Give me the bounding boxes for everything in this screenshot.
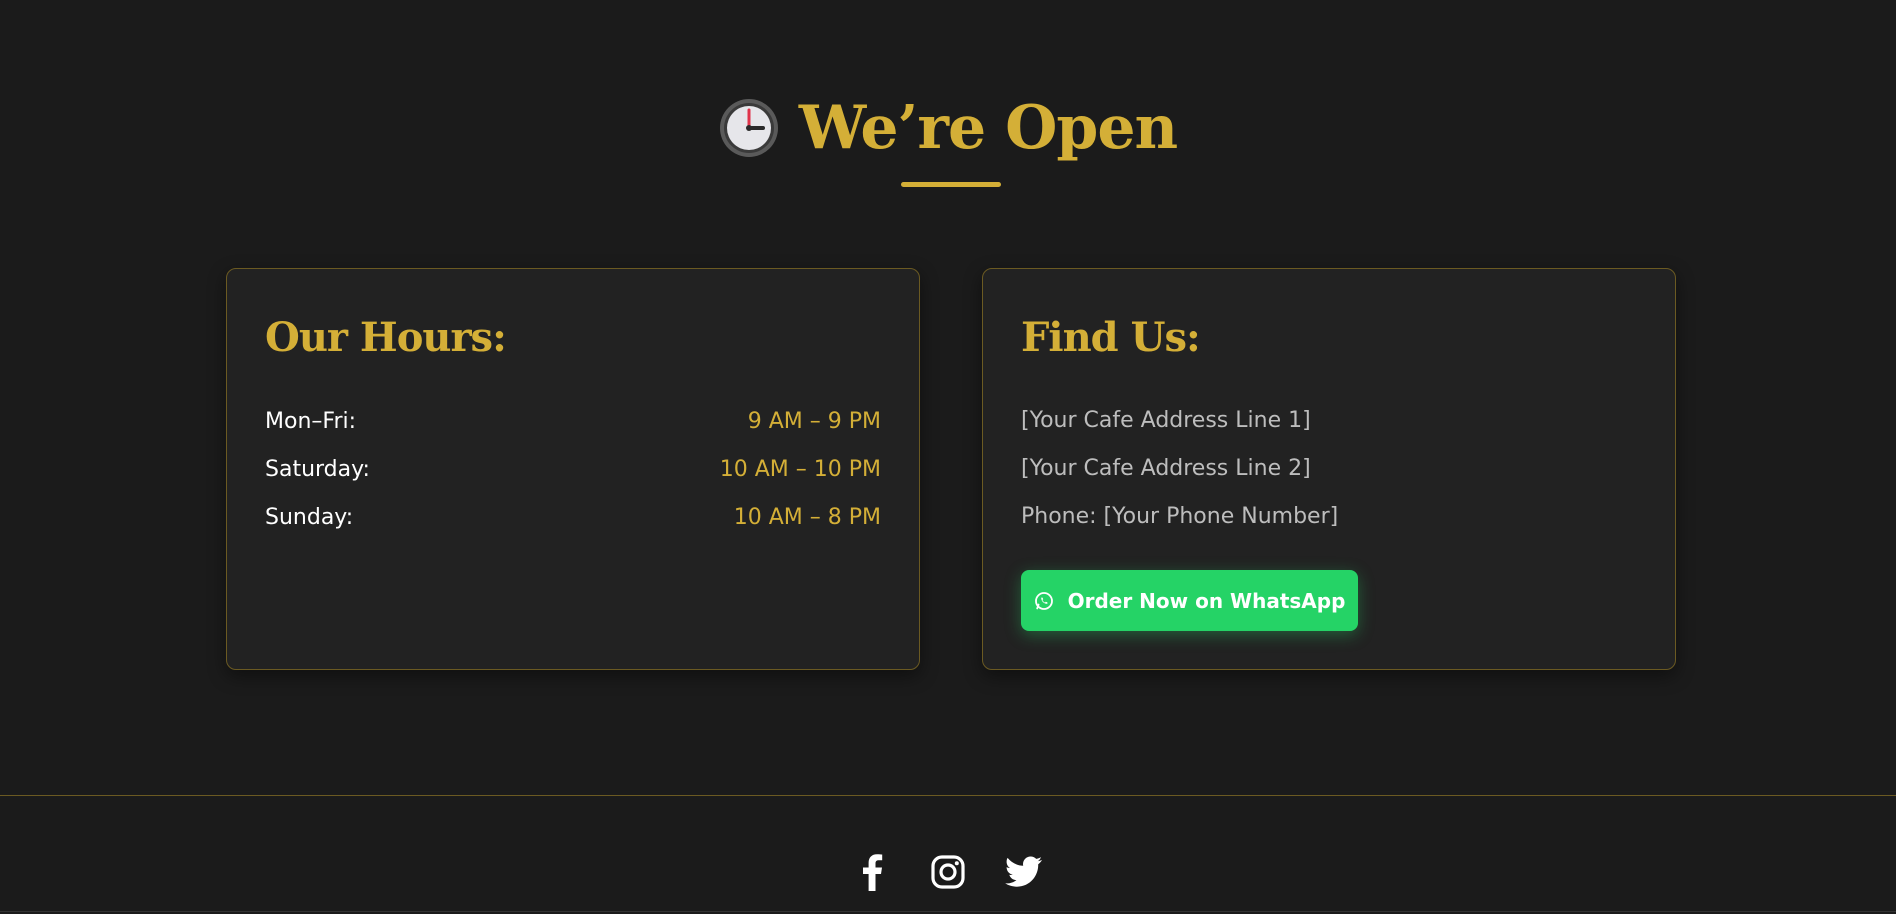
address-line-1: [Your Cafe Address Line 1] xyxy=(1021,408,1311,433)
phone-number: Phone: [Your Phone Number] xyxy=(1021,504,1339,529)
address-line-2: [Your Cafe Address Line 2] xyxy=(1021,456,1311,481)
find-us-card: Find Us: [Your Cafe Address Line 1] [You… xyxy=(982,268,1676,670)
social-links xyxy=(0,852,1896,892)
order-whatsapp-button[interactable]: Order Now on WhatsApp xyxy=(1021,570,1358,631)
order-whatsapp-label: Order Now on WhatsApp xyxy=(1067,588,1346,613)
section-heading: We’re Open xyxy=(0,92,1896,164)
hours-row: Mon–Fri: 9 AM – 9 PM xyxy=(265,397,881,445)
hours-card-title: Our Hours: xyxy=(265,314,507,361)
page-title: We’re Open xyxy=(798,93,1178,163)
footer-divider xyxy=(0,795,1896,796)
hours-row: Sunday: 10 AM – 8 PM xyxy=(265,493,881,541)
hours-time: 10 AM – 10 PM xyxy=(719,456,881,482)
page: We’re Open Our Hours: Mon–Fri: 9 AM – 9 … xyxy=(0,0,1896,914)
hours-time: 10 AM – 8 PM xyxy=(733,504,881,530)
hours-row: Saturday: 10 AM – 10 PM xyxy=(265,445,881,493)
hours-day: Saturday: xyxy=(265,456,370,482)
instagram-icon[interactable] xyxy=(928,852,968,892)
find-us-card-title: Find Us: xyxy=(1021,314,1201,361)
contact-info: [Your Cafe Address Line 1] [Your Cafe Ad… xyxy=(1021,397,1338,541)
twitter-icon[interactable] xyxy=(1004,852,1044,892)
hours-day: Sunday: xyxy=(265,504,354,530)
whatsapp-icon xyxy=(1034,591,1053,610)
hours-time: 9 AM – 9 PM xyxy=(747,408,881,434)
clock-icon xyxy=(719,99,778,157)
hours-day: Mon–Fri: xyxy=(265,408,357,434)
page-bottom-border xyxy=(0,911,1896,912)
hours-card: Our Hours: Mon–Fri: 9 AM – 9 PM Saturday… xyxy=(226,268,920,670)
facebook-icon[interactable] xyxy=(852,852,892,892)
hours-list: Mon–Fri: 9 AM – 9 PM Saturday: 10 AM – 1… xyxy=(265,397,881,541)
heading-underline xyxy=(901,182,1001,187)
